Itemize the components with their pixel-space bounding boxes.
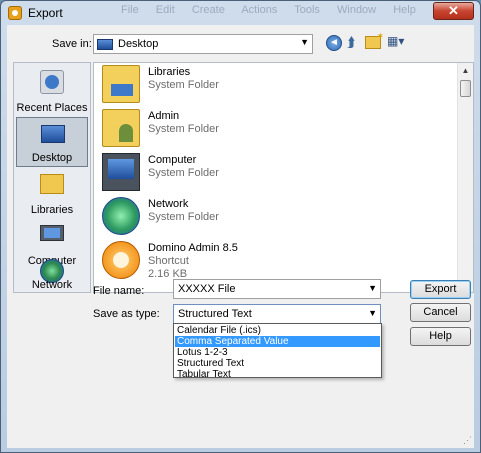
ghost-menu-item: File [121,4,139,16]
place-label: Network [31,279,73,291]
place-desktop[interactable]: Desktop [16,117,88,167]
file-type: Shortcut [148,255,189,267]
scroll-up-icon[interactable]: ▲ [458,63,473,79]
list-item[interactable]: Admin System Folder [100,107,440,151]
type-option[interactable]: Tabular Text [175,369,380,380]
resize-grip-icon[interactable]: ⋰ [463,435,472,446]
file-type: System Folder [148,79,219,91]
title-bar: Export File Edit Create Actions Tools Wi… [1,1,480,25]
ghost-menu-item: Edit [155,4,175,16]
file-type: System Folder [148,123,219,135]
place-label: Desktop [31,152,73,164]
desktop-icon [41,125,65,143]
save-in-value: Desktop [118,38,159,50]
vertical-scrollbar[interactable]: ▲ ▼ [457,63,473,292]
recent-places-icon [40,70,64,94]
file-list: Libraries System Folder Admin System Fol… [93,62,474,293]
file-type: System Folder [148,167,219,179]
place-label: Libraries [30,204,74,216]
libraries-icon [40,174,64,194]
chevron-down-icon[interactable]: ▼ [368,283,377,293]
type-option[interactable]: Lotus 1-2-3 [175,347,380,358]
type-option[interactable]: Structured Text [175,358,380,369]
list-item[interactable]: Domino Admin 8.5 Shortcut 2.16 KB [100,239,440,283]
export-button[interactable]: Export [410,280,471,299]
save-in-label: Save in: [52,38,92,50]
close-button[interactable]: ✕ [433,2,474,20]
save-as-type-options: Calendar File (.ics) Comma Separated Val… [173,323,382,380]
ghost-menu-item: Actions [241,4,278,16]
place-label: Recent Places [16,102,88,114]
new-folder-icon[interactable] [365,31,384,49]
list-item[interactable]: Libraries System Folder [100,63,440,107]
file-name: Domino Admin 8.5 [148,242,238,254]
file-name-value: XXXXX File [178,283,236,295]
file-name: Network [148,198,189,210]
export-dialog: Export File Edit Create Actions Tools Wi… [0,0,481,453]
type-option[interactable]: Calendar File (.ics) [175,325,380,336]
ghost-menu-item: Help [393,4,416,16]
save-in-dropdown[interactable]: Desktop ▼ [93,34,313,54]
list-item[interactable]: Network System Folder [100,195,440,239]
ghost-menu-item: Tools [294,4,320,16]
place-libraries[interactable]: Libraries [16,168,88,218]
dialog-body: Save in: Desktop ▼ ◄ ⮭ ▦▾ Recent Places … [7,25,474,448]
save-as-type-label: Save as type: [93,308,160,320]
chevron-down-icon: ▼ [368,308,377,318]
app-logo-icon [8,6,22,20]
libraries-folder-icon [102,65,140,103]
chevron-down-icon: ▼ [300,37,309,47]
help-button[interactable]: Help [410,327,471,346]
ghost-menu-item: Create [191,4,225,16]
file-name: Admin [148,110,180,122]
places-bar: Recent Places Desktop Libraries Computer… [13,62,91,293]
save-as-type-value: Structured Text [178,308,252,320]
file-name: Computer [148,154,197,166]
place-network[interactable]: Network [16,259,88,293]
dialog-title: Export [28,6,63,20]
background-menu: File Edit Create Actions Tools Window He… [121,4,430,16]
back-arrow-icon[interactable]: ◄ [326,35,342,51]
cancel-button[interactable]: Cancel [410,303,471,322]
file-name-label: File name: [93,285,145,297]
computer-icon [102,153,140,191]
list-item[interactable]: Computer System Folder [100,151,440,195]
file-type: System Folder [148,211,219,223]
desktop-icon [97,39,113,50]
file-name-field[interactable]: XXXXX File ▼ [173,279,381,299]
ghost-menu-item: Window [337,4,377,16]
up-folder-icon[interactable]: ⮭ [347,34,363,52]
place-recent-places[interactable]: Recent Places [16,66,88,116]
save-as-type-dropdown[interactable]: Structured Text ▼ [173,304,381,324]
domino-admin-icon [102,241,140,279]
file-name: Libraries [148,66,191,78]
scroll-thumb[interactable] [460,80,471,97]
type-option[interactable]: Comma Separated Value [175,336,380,347]
computer-icon [40,225,64,241]
user-folder-icon [102,109,140,147]
views-menu-icon[interactable]: ▦▾ [387,34,409,52]
network-icon [102,197,140,235]
